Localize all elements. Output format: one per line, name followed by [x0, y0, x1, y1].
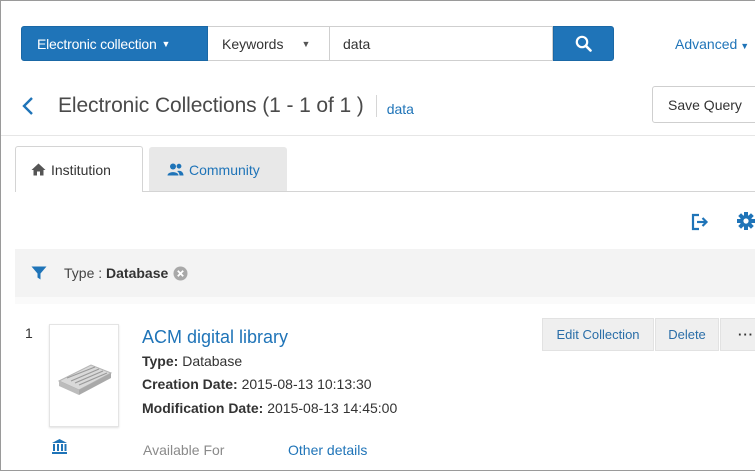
- tab-institution[interactable]: Institution: [15, 146, 143, 192]
- app-frame: Electronic collection ▼ Keywords ▼ Advan…: [0, 0, 755, 471]
- result-index: 1: [25, 325, 33, 341]
- search-scope-label: Electronic collection: [37, 35, 157, 52]
- filter-icon[interactable]: [31, 264, 49, 282]
- divider: [1, 135, 755, 136]
- home-icon: [31, 163, 46, 176]
- filter-chip: Type : Database: [64, 265, 168, 281]
- title-divider: [375, 95, 377, 117]
- filter-value: Database: [106, 265, 169, 281]
- filter-label: Type :: [64, 265, 107, 281]
- search-bar: Electronic collection ▼ Keywords ▼: [21, 26, 614, 61]
- caret-down-icon: ▼: [301, 38, 311, 49]
- created-value: 2015-08-13 10:13:30: [237, 376, 372, 392]
- tab-label: Community: [189, 161, 260, 178]
- search-icon: [575, 35, 592, 52]
- export-icon[interactable]: [690, 212, 710, 232]
- result-creation-date: Creation Date: 2015-08-13 10:13:30: [142, 376, 372, 392]
- divider: [15, 297, 755, 304]
- more-actions-button[interactable]: ···: [720, 318, 755, 351]
- tab-community[interactable]: Community: [149, 147, 287, 192]
- active-filter-bar: Type : Database: [15, 249, 755, 297]
- collection-thumbnail[interactable]: [49, 324, 119, 427]
- caret-down-icon: ▼: [740, 41, 750, 51]
- search-button[interactable]: [553, 26, 614, 61]
- search-field-select[interactable]: Keywords ▼: [208, 26, 330, 61]
- modified-label: Modification Date:: [142, 400, 264, 416]
- title-row: Electronic Collections (1 - 1 of 1 ) dat…: [21, 88, 414, 124]
- gear-icon[interactable]: [736, 211, 755, 231]
- result-modification-date: Modification Date: 2015-08-13 14:45:00: [142, 400, 397, 416]
- institution-icon[interactable]: [51, 438, 68, 455]
- type-label: Type:: [142, 353, 179, 369]
- advanced-label: Advanced: [675, 36, 738, 52]
- search-input[interactable]: [330, 26, 553, 61]
- edit-collection-button[interactable]: Edit Collection: [542, 318, 654, 351]
- type-value: Database: [178, 353, 243, 369]
- database-package-icon: [57, 363, 113, 395]
- search-scope-dropdown[interactable]: Electronic collection ▼: [21, 26, 208, 61]
- result-title-link[interactable]: ACM digital library: [142, 327, 288, 348]
- other-details-tab[interactable]: Other details: [288, 442, 367, 458]
- remove-filter-icon[interactable]: [173, 266, 188, 281]
- save-query-button[interactable]: Save Query: [652, 86, 755, 123]
- search-field-label: Keywords: [222, 35, 284, 52]
- available-for-tab[interactable]: Available For: [143, 442, 224, 458]
- modified-value: 2015-08-13 14:45:00: [263, 400, 398, 416]
- page-title: Electronic Collections (1 - 1 of 1 ): [58, 94, 364, 117]
- delete-button[interactable]: Delete: [655, 318, 719, 351]
- tab-label: Institution: [51, 161, 111, 178]
- caret-down-icon: ▼: [161, 38, 171, 49]
- result-type: Type: Database: [142, 353, 242, 369]
- query-tag[interactable]: data: [387, 101, 414, 117]
- advanced-search-link[interactable]: Advanced ▼: [675, 36, 749, 52]
- back-chevron-icon[interactable]: [21, 94, 41, 118]
- users-icon: [167, 163, 184, 176]
- created-label: Creation Date:: [142, 376, 238, 392]
